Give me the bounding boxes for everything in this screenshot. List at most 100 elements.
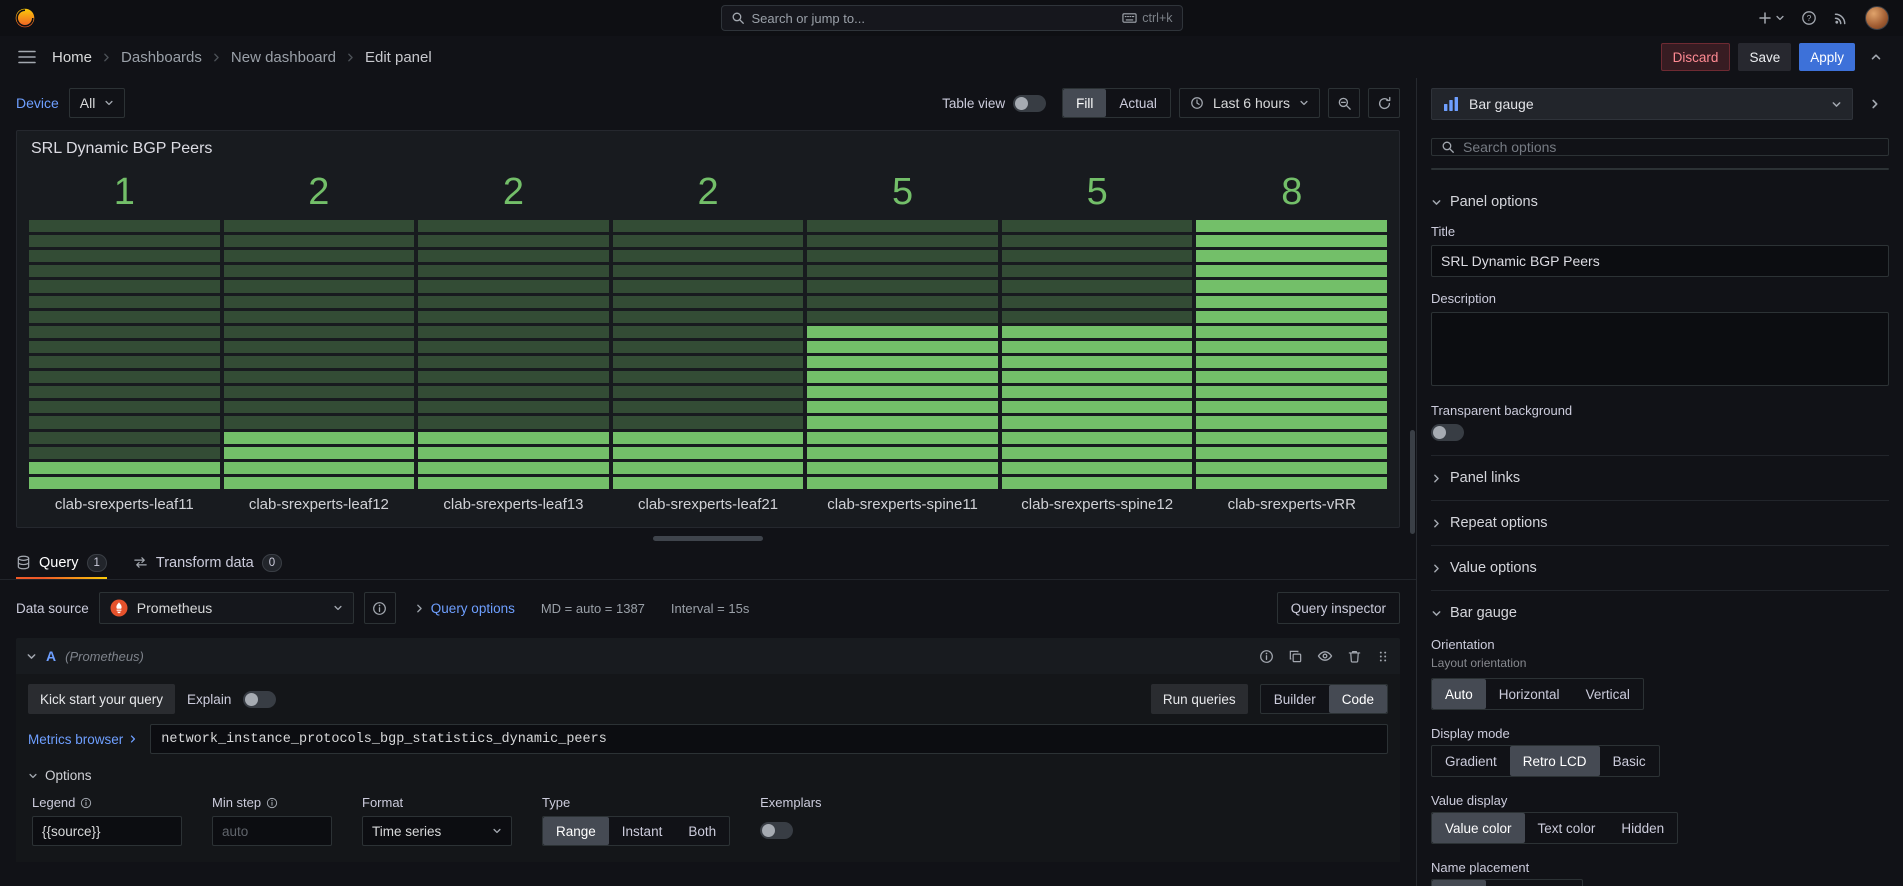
variable-dropdown[interactable]: All bbox=[69, 88, 126, 118]
gauge-cell-stack bbox=[1002, 220, 1193, 489]
exemplars-toggle[interactable] bbox=[760, 822, 793, 839]
table-view-toggle[interactable] bbox=[1013, 95, 1046, 112]
radio-option-code[interactable]: Code bbox=[1329, 685, 1387, 713]
kick-start-button[interactable]: Kick start your query bbox=[28, 684, 175, 714]
gauge-cell bbox=[613, 296, 804, 308]
help-button[interactable]: ? bbox=[1801, 10, 1817, 26]
datasource-picker[interactable]: Prometheus bbox=[99, 592, 354, 624]
datasource-help-button[interactable] bbox=[364, 592, 396, 624]
rss-icon bbox=[1833, 10, 1849, 26]
gauge-cell bbox=[418, 386, 609, 398]
variable-label[interactable]: Device bbox=[16, 95, 59, 111]
legend-input[interactable] bbox=[32, 816, 182, 846]
radio-option-both[interactable]: Both bbox=[675, 817, 729, 845]
radio-option-left[interactable]: Left bbox=[1534, 880, 1583, 886]
chevron-down-icon bbox=[1831, 99, 1842, 110]
radio-option-instant[interactable]: Instant bbox=[609, 817, 676, 845]
panel-title-input[interactable] bbox=[1431, 245, 1889, 277]
delete-query-icon[interactable] bbox=[1347, 649, 1362, 664]
options-search[interactable] bbox=[1431, 138, 1889, 156]
transparent-background-toggle[interactable] bbox=[1431, 424, 1464, 441]
breadcrumb-new-dashboard[interactable]: New dashboard bbox=[231, 49, 336, 66]
refresh-button[interactable] bbox=[1368, 88, 1400, 118]
options-filter-tabs: All Overrides bbox=[1431, 168, 1889, 170]
gauge-cell bbox=[1002, 477, 1193, 489]
run-queries-button[interactable]: Run queries bbox=[1151, 684, 1248, 714]
radio-option-basic[interactable]: Basic bbox=[1600, 746, 1659, 776]
query-row-header[interactable]: A (Prometheus) bbox=[16, 638, 1400, 674]
gauge-cell-stack bbox=[29, 220, 220, 489]
gauge-column: 2clab-srexperts-leaf21 bbox=[613, 166, 804, 517]
section-panel-options-header[interactable]: Panel options bbox=[1431, 194, 1889, 210]
radio-option-horizontal[interactable]: Horizontal bbox=[1486, 679, 1573, 709]
duplicate-query-icon[interactable] bbox=[1288, 649, 1303, 664]
query-options-section[interactable]: Options bbox=[28, 768, 1388, 783]
promql-expression-input[interactable] bbox=[150, 724, 1388, 754]
tab-query[interactable]: Query 1 bbox=[16, 546, 107, 579]
section-bar-gauge-header[interactable]: Bar gauge bbox=[1431, 605, 1889, 621]
query-options-toggle[interactable]: Query options bbox=[414, 601, 515, 616]
radio-option-builder[interactable]: Builder bbox=[1261, 685, 1329, 713]
hide-query-icon[interactable] bbox=[1317, 648, 1333, 664]
radio-option-retro-lcd[interactable]: Retro LCD bbox=[1510, 746, 1600, 776]
datasource-name: Prometheus bbox=[137, 600, 212, 616]
radio-option-auto[interactable]: Auto bbox=[1432, 679, 1486, 709]
radio-option-vertical[interactable]: Vertical bbox=[1573, 679, 1643, 709]
explain-toggle[interactable] bbox=[243, 691, 276, 708]
section-repeat-options-header[interactable]: Repeat options bbox=[1431, 515, 1889, 531]
metrics-browser-label: Metrics browser bbox=[28, 732, 123, 747]
query-inspector-button[interactable]: Query inspector bbox=[1277, 592, 1400, 624]
scrollbar-thumb[interactable] bbox=[1410, 430, 1415, 534]
discard-button[interactable]: Discard bbox=[1661, 43, 1731, 71]
gauge-cell bbox=[418, 341, 609, 353]
gauge-cell bbox=[1002, 235, 1193, 247]
gauge-cell bbox=[224, 356, 415, 368]
apply-button[interactable]: Apply bbox=[1799, 43, 1855, 71]
options-sidebar: Bar gauge All Overrides Panel options bbox=[1416, 78, 1903, 886]
resize-handle[interactable] bbox=[653, 536, 763, 541]
radio-option-top[interactable]: Top bbox=[1486, 880, 1534, 886]
new-button[interactable] bbox=[1758, 11, 1785, 25]
gauge-cell bbox=[1002, 386, 1193, 398]
visualization-picker[interactable]: Bar gauge bbox=[1431, 88, 1853, 120]
menu-icon[interactable] bbox=[14, 44, 40, 70]
query-help-icon[interactable] bbox=[1259, 649, 1274, 664]
search-input[interactable]: Search or jump to... ctrl+k bbox=[721, 5, 1183, 31]
breadcrumb-home[interactable]: Home bbox=[52, 49, 92, 66]
collapse-up-icon[interactable] bbox=[1863, 44, 1889, 70]
panel-description-input[interactable] bbox=[1431, 312, 1889, 386]
gauge-cell bbox=[807, 432, 998, 444]
min-step-input[interactable] bbox=[212, 816, 332, 846]
radio-option-actual[interactable]: Actual bbox=[1106, 89, 1170, 117]
drag-query-icon[interactable] bbox=[1376, 649, 1390, 664]
zoom-out-button[interactable] bbox=[1328, 88, 1360, 118]
radio-option-range[interactable]: Range bbox=[543, 817, 609, 845]
save-button[interactable]: Save bbox=[1738, 43, 1791, 71]
keyboard-icon bbox=[1122, 12, 1137, 24]
metrics-browser-button[interactable]: Metrics browser bbox=[28, 732, 150, 747]
table-view-label: Table view bbox=[942, 96, 1005, 111]
collapse-sidebar-icon[interactable] bbox=[1861, 88, 1889, 120]
user-avatar[interactable] bbox=[1865, 6, 1889, 30]
interval-info: Interval = 15s bbox=[671, 601, 749, 616]
radio-option-text-color[interactable]: Text color bbox=[1525, 813, 1609, 843]
chevron-right-icon bbox=[1431, 473, 1442, 484]
time-range-picker[interactable]: Last 6 hours bbox=[1179, 88, 1320, 118]
options-search-input[interactable] bbox=[1463, 139, 1879, 155]
gauge-value: 2 bbox=[613, 166, 804, 220]
gauge-cell bbox=[613, 265, 804, 277]
radio-option-hidden[interactable]: Hidden bbox=[1608, 813, 1677, 843]
format-select[interactable]: Time series bbox=[362, 816, 512, 846]
section-panel-links-header[interactable]: Panel links bbox=[1431, 470, 1889, 486]
breadcrumb-dashboards[interactable]: Dashboards bbox=[121, 49, 202, 66]
radio-option-value-color[interactable]: Value color bbox=[1432, 813, 1525, 843]
section-value-options-header[interactable]: Value options bbox=[1431, 560, 1889, 576]
option-group-display-mode: Display modeGradientRetro LCDBasic bbox=[1431, 726, 1889, 777]
gauge-cell bbox=[1196, 235, 1387, 247]
radio-option-gradient[interactable]: Gradient bbox=[1432, 746, 1510, 776]
news-button[interactable] bbox=[1833, 10, 1849, 26]
radio-option-fill[interactable]: Fill bbox=[1063, 89, 1106, 117]
radio-option-auto[interactable]: Auto bbox=[1432, 880, 1486, 886]
grafana-logo[interactable] bbox=[14, 7, 36, 29]
tab-transform-data[interactable]: Transform data 0 bbox=[133, 546, 282, 579]
